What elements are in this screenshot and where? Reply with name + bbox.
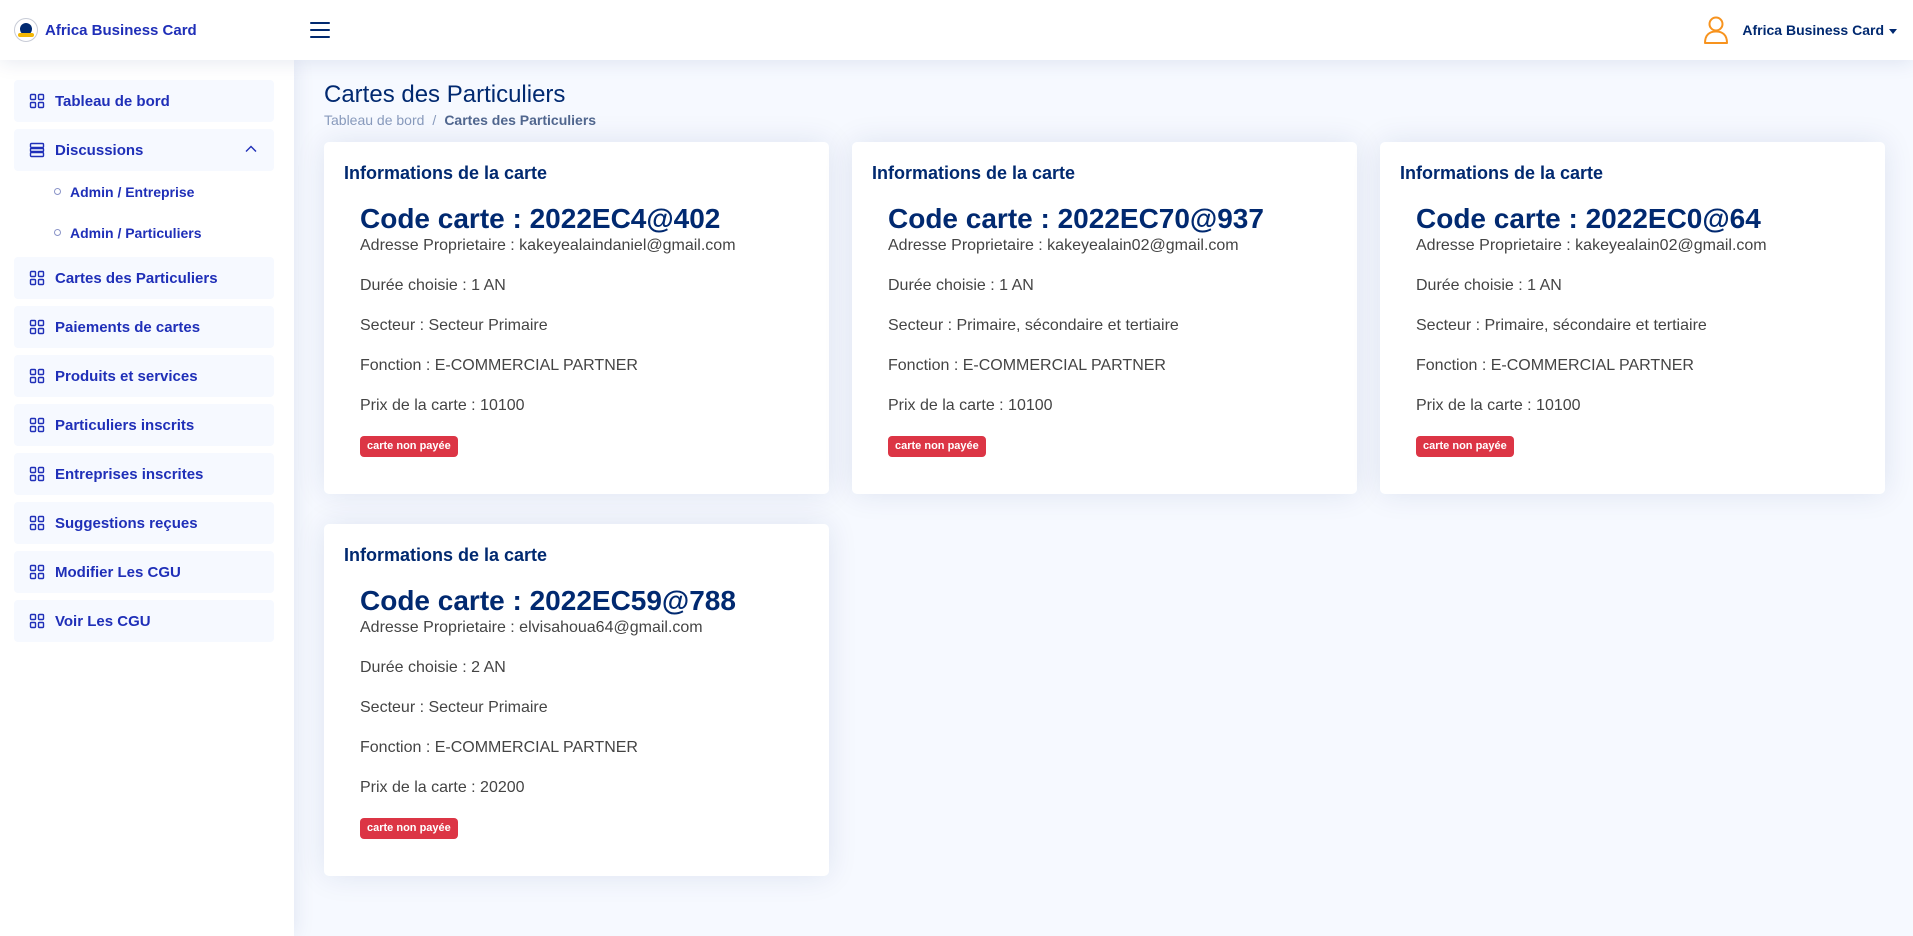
breadcrumb-home-link[interactable]: Tableau de bord [324,112,424,128]
sidebar-item-label: Entreprises inscrites [55,465,204,483]
status-badge: carte non payée [360,436,458,457]
card-owner: Adresse Proprietaire : kakeyealain02@gma… [1416,237,1767,254]
card-function: Fonction : E-COMMERCIAL PARTNER [1416,357,1694,374]
card-info: Informations de la carte Code carte : 20… [852,142,1357,494]
card-title: Informations de la carte [344,163,548,183]
card-function: Fonction : E-COMMERCIAL PARTNER [360,357,638,374]
card-price: Prix de la carte : 20200 [360,779,525,796]
chevron-up-icon [245,145,257,152]
page-title-block: Cartes des Particuliers Tableau de bord … [324,80,1883,128]
card-sector: Secteur : Secteur Primaire [360,699,548,716]
breadcrumb: Tableau de bord / Cartes des Particulier… [324,112,1883,128]
card-body: Code carte : 2022EC4@402 Adresse Proprie… [344,202,809,457]
top-header: Africa Business Card Africa Business Car… [0,0,1913,60]
sidebar-item-label: Discussions [55,141,144,159]
card-title: Informations de la carte [872,163,1076,183]
circle-icon [54,188,61,195]
card-price: Prix de la carte : 10100 [1416,397,1581,414]
sidebar-item-voir-les-cgu[interactable]: Voir Les CGU [14,600,274,642]
grid-icon [29,270,45,286]
grid-icon [29,466,45,482]
card-sector: Secteur : Primaire, sécondaire et tertia… [1416,317,1707,334]
card-owner: Adresse Proprietaire : kakeyealain02@gma… [888,237,1239,254]
card-function: Fonction : E-COMMERCIAL PARTNER [888,357,1166,374]
card-price: Prix de la carte : 10100 [888,397,1053,414]
sidebar-item-label: Particuliers inscrits [55,416,195,434]
sidebar-item-paiements-de-cartes[interactable]: Paiements de cartes [14,306,274,348]
sidebar-item-label: Modifier Les CGU [55,563,181,581]
card-function: Fonction : E-COMMERCIAL PARTNER [360,739,638,756]
card-sector: Secteur : Primaire, sécondaire et tertia… [888,317,1179,334]
grid-icon [29,613,45,629]
card-duration: Durée choisie : 1 AN [888,277,1034,294]
card-title: Informations de la carte [1400,163,1604,183]
brand-logo-link[interactable]: Africa Business Card [0,0,290,60]
profile-dropdown[interactable]: Africa Business Card [1700,14,1897,46]
sidebar-item-label: Produits et services [55,367,198,385]
card-info: Informations de la carte Code carte : 20… [1380,142,1885,494]
chevron-down-icon [1889,28,1897,34]
grid-icon [29,564,45,580]
sidebar-subitem-admin-entreprise[interactable]: Admin / Entreprise [14,171,274,212]
breadcrumb-current: Cartes des Particuliers [444,112,597,128]
card-code: Code carte : 2022EC59@788 [360,585,736,616]
sidebar-subitem-label: Admin / Entreprise [70,183,195,200]
brand-name: Africa Business Card [45,21,197,39]
card-code: Code carte : 2022EC70@937 [888,203,1264,234]
discussions-submenu: Admin / Entreprise Admin / Particuliers [14,171,274,257]
main-content: Cartes des Particuliers Tableau de bord … [294,60,1913,936]
grid-icon [29,368,45,384]
sidebar-item-entreprises-inscrites[interactable]: Entreprises inscrites [14,453,274,495]
sidebar-item-tableau-de-bord[interactable]: Tableau de bord [14,80,274,122]
sidebar-item-label: Voir Les CGU [55,612,151,630]
card-duration: Durée choisie : 2 AN [360,659,506,676]
status-badge: carte non payée [888,436,986,457]
sidebar-subitem-label: Admin / Particuliers [70,224,202,241]
menu-list-icon [29,142,45,158]
card-sector: Secteur : Secteur Primaire [360,317,548,334]
sidebar-item-cartes-des-particuliers[interactable]: Cartes des Particuliers [14,257,274,299]
card-info: Informations de la carte Code carte : 20… [324,142,829,494]
card-body: Code carte : 2022EC70@937 Adresse Propri… [872,202,1337,457]
sidebar-item-suggestions-recues[interactable]: Suggestions reçues [14,502,274,544]
status-badge: carte non payée [1416,436,1514,457]
card-code: Code carte : 2022EC4@402 [360,203,721,234]
card-owner: Adresse Proprietaire : elvisahoua64@gmai… [360,619,703,636]
sidebar: Tableau de bord Discussions Admin / Entr… [0,60,294,936]
sidebar-item-produits-et-services[interactable]: Produits et services [14,355,274,397]
grid-icon [29,515,45,531]
user-icon [1704,16,1729,44]
card-owner: Adresse Proprietaire : kakeyealaindaniel… [360,237,736,254]
sidebar-subitem-admin-particuliers[interactable]: Admin / Particuliers [14,212,274,253]
status-badge: carte non payée [360,818,458,839]
profile-name: Africa Business Card [1742,22,1884,38]
sidebar-item-label: Tableau de bord [55,92,170,110]
card-info: Informations de la carte Code carte : 20… [324,524,829,876]
breadcrumb-separator: / [432,112,437,128]
sidebar-item-label: Suggestions reçues [55,514,198,532]
sidebar-item-label: Cartes des Particuliers [55,269,218,287]
card-price: Prix de la carte : 10100 [360,397,525,414]
brand-logo-icon [14,18,38,42]
sidebar-item-modifier-les-cgu[interactable]: Modifier Les CGU [14,551,274,593]
card-code: Code carte : 2022EC0@64 [1416,203,1761,234]
card-duration: Durée choisie : 1 AN [360,277,506,294]
card-title: Informations de la carte [344,545,548,565]
card-body: Code carte : 2022EC59@788 Adresse Propri… [344,584,809,839]
grid-icon [29,417,45,433]
sidebar-item-particuliers-inscrits[interactable]: Particuliers inscrits [14,404,274,446]
grid-icon [29,319,45,335]
circle-icon [54,229,61,236]
sidebar-toggle-icon[interactable] [308,17,332,43]
card-body: Code carte : 2022EC0@64 Adresse Propriet… [1400,202,1865,457]
card-duration: Durée choisie : 1 AN [1416,277,1562,294]
sidebar-item-label: Paiements de cartes [55,318,201,336]
page-title: Cartes des Particuliers [324,81,566,108]
sidebar-item-discussions[interactable]: Discussions [14,129,274,171]
grid-icon [29,93,45,109]
